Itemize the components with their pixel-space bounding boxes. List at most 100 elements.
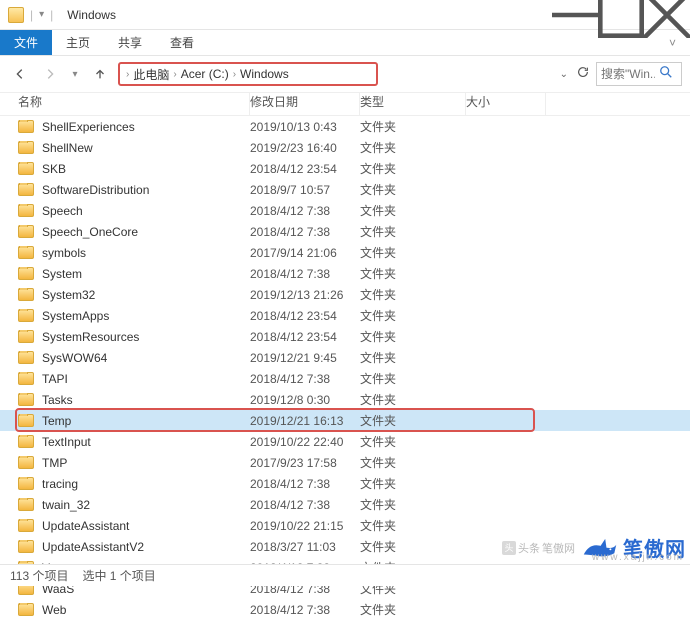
table-row[interactable]: SKB2018/4/12 23:54文件夹 xyxy=(0,158,690,179)
column-name[interactable]: 名称 xyxy=(0,93,250,115)
minimize-button[interactable] xyxy=(552,0,598,30)
item-date: 2018/4/12 23:54 xyxy=(250,309,360,323)
item-type: 文件夹 xyxy=(360,307,466,324)
folder-icon xyxy=(18,351,34,364)
search-box[interactable] xyxy=(596,62,682,86)
table-row[interactable]: SoftwareDistribution 2018/9/7 10:57文件夹 xyxy=(0,179,690,200)
table-row[interactable]: tracing2018/4/12 7:38文件夹 xyxy=(0,473,690,494)
tab-home[interactable]: 主页 xyxy=(52,30,104,55)
titlebar: | ▾ | Windows xyxy=(0,0,690,30)
item-name: SystemApps xyxy=(42,309,109,323)
back-button[interactable] xyxy=(8,62,32,86)
breadcrumb-drive[interactable]: Acer (C:) xyxy=(181,67,229,81)
table-row[interactable]: Tasks2019/12/8 0:30文件夹 xyxy=(0,389,690,410)
table-row[interactable]: Web2018/4/12 7:38文件夹 xyxy=(0,599,690,620)
item-date: 2018/9/7 10:57 xyxy=(250,183,360,197)
folder-icon xyxy=(18,435,34,448)
refresh-button[interactable] xyxy=(576,65,590,84)
item-type: 文件夹 xyxy=(360,244,466,261)
item-type: 文件夹 xyxy=(360,223,466,240)
recent-locations-button[interactable]: ▾ xyxy=(68,62,82,86)
item-type: 文件夹 xyxy=(360,412,466,429)
qat-dropdown-icon[interactable]: ▾ xyxy=(39,9,44,20)
address-bar[interactable]: › 此电脑 › Acer (C:) › Windows xyxy=(118,62,378,86)
item-date: 2018/4/12 23:54 xyxy=(250,162,360,176)
address-dropdown-icon[interactable]: ⌄ xyxy=(560,69,568,80)
folder-icon xyxy=(18,498,34,511)
item-name: tracing xyxy=(42,477,78,491)
table-row[interactable]: Temp2019/12/21 16:13文件夹 xyxy=(0,410,690,431)
item-name: ShellExperiences xyxy=(42,120,135,134)
table-row[interactable]: UpdateAssistantV22018/3/27 11:03文件夹 xyxy=(0,536,690,557)
table-row[interactable]: ShellNew2019/2/23 16:40文件夹 xyxy=(0,137,690,158)
folder-icon xyxy=(18,267,34,280)
item-date: 2018/4/12 23:54 xyxy=(250,330,360,344)
folder-icon xyxy=(18,288,34,301)
navigation-row: ▾ › 此电脑 › Acer (C:) › Windows ⌄ xyxy=(0,56,690,92)
ribbon-expand-icon[interactable]: ˅ xyxy=(655,30,690,55)
folder-icon xyxy=(18,120,34,133)
table-row[interactable]: SysWOW642019/12/21 9:45文件夹 xyxy=(0,347,690,368)
item-date: 2019/2/23 16:40 xyxy=(250,141,360,155)
table-row[interactable]: SystemApps 2018/4/12 23:54文件夹 xyxy=(0,305,690,326)
item-name: symbols xyxy=(42,246,86,260)
file-tab[interactable]: 文件 xyxy=(0,30,52,55)
column-date[interactable]: 修改日期 xyxy=(250,93,360,115)
up-button[interactable] xyxy=(88,62,112,86)
table-row[interactable]: TMP2017/9/23 17:58文件夹 xyxy=(0,452,690,473)
breadcrumb-folder[interactable]: Windows xyxy=(240,67,289,81)
item-date: 2019/12/13 21:26 xyxy=(250,288,360,302)
item-date: 2019/10/22 21:15 xyxy=(250,519,360,533)
item-name: ShellNew xyxy=(42,141,93,155)
item-date: 2018/4/12 7:38 xyxy=(250,603,360,617)
maximize-button[interactable] xyxy=(598,0,644,30)
chevron-right-icon: › xyxy=(233,69,236,80)
table-row[interactable]: System2018/4/12 7:38文件夹 xyxy=(0,263,690,284)
item-date: 2018/3/27 11:03 xyxy=(250,540,360,554)
item-date: 2019/10/22 22:40 xyxy=(250,435,360,449)
folder-icon xyxy=(18,246,34,259)
table-row[interactable]: Speech_OneCore2018/4/12 7:38文件夹 xyxy=(0,221,690,242)
folder-icon xyxy=(18,204,34,217)
column-type[interactable]: 类型 xyxy=(360,93,466,115)
table-row[interactable]: UpdateAssistant2019/10/22 21:15文件夹 xyxy=(0,515,690,536)
table-row[interactable]: twain_322018/4/12 7:38文件夹 xyxy=(0,494,690,515)
breadcrumb-this-pc[interactable]: 此电脑 xyxy=(133,66,169,83)
forward-button[interactable] xyxy=(38,62,62,86)
item-type: 文件夹 xyxy=(360,118,466,135)
table-row[interactable]: symbols 2017/9/14 21:06文件夹 xyxy=(0,242,690,263)
column-size[interactable]: 大小 xyxy=(466,93,546,115)
item-date: 2017/9/14 21:06 xyxy=(250,246,360,260)
folder-icon xyxy=(18,414,34,427)
item-type: 文件夹 xyxy=(360,181,466,198)
table-row[interactable]: Speech2018/4/12 7:38文件夹 xyxy=(0,200,690,221)
item-name: SystemResources xyxy=(42,330,139,344)
item-type: 文件夹 xyxy=(360,265,466,282)
table-row[interactable]: TAPI2018/4/12 7:38文件夹 xyxy=(0,368,690,389)
item-date: 2017/9/23 17:58 xyxy=(250,456,360,470)
search-input[interactable] xyxy=(601,67,655,81)
table-row[interactable]: SystemResources 2018/4/12 23:54文件夹 xyxy=(0,326,690,347)
folder-icon xyxy=(18,603,34,616)
file-list[interactable]: ShellExperiences2019/10/13 0:43文件夹 ShellN… xyxy=(0,116,690,620)
item-type: 文件夹 xyxy=(360,496,466,513)
folder-icon xyxy=(18,372,34,385)
folder-icon xyxy=(18,477,34,490)
item-type: 文件夹 xyxy=(360,370,466,387)
search-icon[interactable] xyxy=(659,65,673,84)
table-row[interactable]: TextInput2019/10/22 22:40文件夹 xyxy=(0,431,690,452)
item-name: Temp xyxy=(42,414,71,428)
folder-icon xyxy=(18,540,34,553)
item-type: 文件夹 xyxy=(360,601,466,618)
item-type: 文件夹 xyxy=(360,328,466,345)
folder-icon xyxy=(18,309,34,322)
item-name: Tasks xyxy=(42,393,73,407)
item-name: SKB xyxy=(42,162,66,176)
tab-view[interactable]: 查看 xyxy=(156,30,208,55)
close-button[interactable] xyxy=(644,0,690,30)
item-type: 文件夹 xyxy=(360,517,466,534)
table-row[interactable]: System322019/12/13 21:26文件夹 xyxy=(0,284,690,305)
tab-share[interactable]: 共享 xyxy=(104,30,156,55)
table-row[interactable]: ShellExperiences2019/10/13 0:43文件夹 xyxy=(0,116,690,137)
item-name: SoftwareDistribution xyxy=(42,183,149,197)
